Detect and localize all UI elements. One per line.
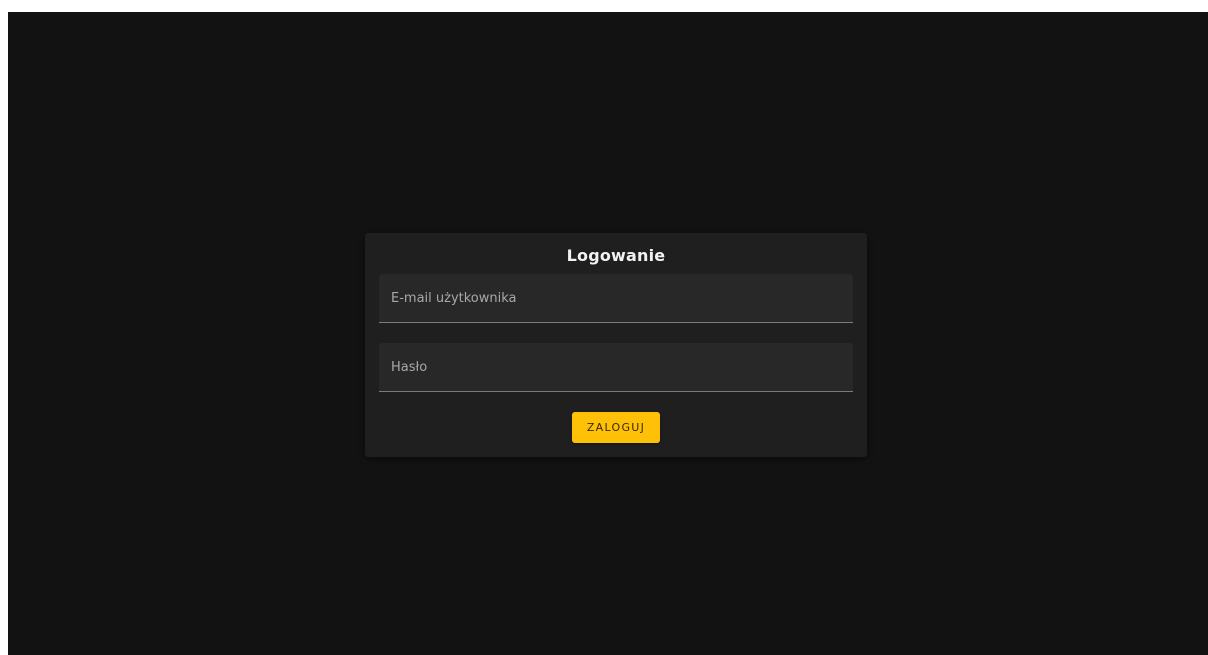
- email-field[interactable]: [379, 274, 853, 323]
- login-card: Logowanie ZALOGUJ: [365, 233, 867, 457]
- login-button[interactable]: ZALOGUJ: [572, 412, 660, 443]
- email-input[interactable]: [379, 274, 853, 322]
- app-background: Logowanie ZALOGUJ: [8, 12, 1208, 655]
- password-input[interactable]: [379, 343, 853, 391]
- password-field[interactable]: [379, 343, 853, 392]
- login-title: Logowanie: [566, 246, 666, 265]
